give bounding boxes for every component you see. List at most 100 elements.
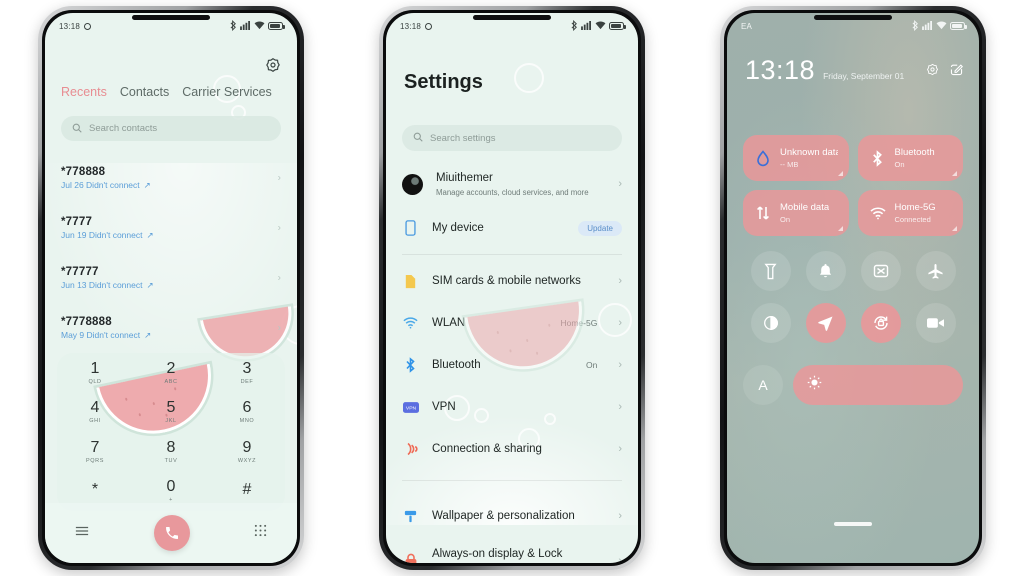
tile-mobile-data[interactable]: Mobile data On (743, 190, 849, 236)
search-contacts-placeholder: Search contacts (89, 123, 158, 134)
status-indicator-icon (84, 22, 92, 30)
phone-call-button[interactable] (153, 515, 190, 551)
chevron-right-icon[interactable]: › (618, 275, 622, 287)
call-detail: Jul 26 Didn't connect (61, 180, 140, 190)
search-contacts-input[interactable]: Search contacts (61, 116, 281, 141)
tab-contacts[interactable]: Contacts (120, 85, 169, 99)
chevron-right-icon[interactable]: › (278, 173, 281, 184)
search-icon (72, 120, 82, 138)
sidebar-item-wallpaper[interactable]: Wallpaper & personalization › (386, 495, 638, 537)
divider (402, 480, 622, 481)
sidebar-item-always-on-display[interactable]: Always-on display & Lock screen › (386, 537, 638, 563)
item-label: Always-on display & Lock screen (432, 547, 563, 563)
dialpad-key-7[interactable]: 7 PQRS (57, 432, 133, 472)
item-label: Connection & sharing (432, 442, 542, 455)
toggle-dark-mode[interactable] (750, 303, 791, 343)
sidebar-item-bluetooth[interactable]: Bluetooth On › (386, 344, 638, 386)
toggle-ringer[interactable] (805, 251, 846, 291)
chevron-right-icon[interactable]: › (618, 178, 622, 190)
key-letters: ABC (164, 378, 178, 385)
chevron-right-icon[interactable]: › (278, 223, 281, 234)
connection-sharing-icon (402, 441, 419, 458)
key-letters: JKL (165, 418, 177, 425)
key-letters: TUV (164, 457, 178, 464)
key-letters: WXYZ (237, 457, 257, 464)
sidebar-item-sim-cards[interactable]: SIM cards & mobile networks › (386, 260, 638, 302)
dialpad: 1 QLD 2 ABC 3 DEF 4 GHI 5 JKL 6 MNO 7 PQRS 8 TUV… (57, 353, 285, 511)
toggle-airplane-mode[interactable] (915, 251, 956, 291)
chevron-right-icon[interactable]: › (618, 510, 622, 522)
toggle-screen-recorder[interactable] (915, 303, 956, 343)
chevron-right-icon[interactable]: › (278, 323, 281, 334)
toggle-flashlight[interactable] (750, 251, 791, 291)
settings-gear-icon[interactable] (926, 63, 939, 81)
phone-device-control-center: EA 13:18 Friday, September 01 Unknown da… (720, 6, 986, 570)
call-detail: May 9 Didn't connect (61, 330, 141, 340)
list-item[interactable]: *77777 Jun 13 Didn't connect ↗ › (45, 257, 297, 299)
chevron-right-icon[interactable]: › (618, 359, 622, 371)
expand-corner-icon[interactable] (952, 226, 957, 231)
list-item[interactable]: *778888 Jul 26 Didn't connect ↗ › (45, 157, 297, 199)
list-item-account[interactable]: Miuithemer Manage accounts, cloud servic… (386, 161, 638, 207)
item-label: VPN (432, 400, 456, 413)
dialpad-key-3[interactable]: 3 DEF (209, 353, 285, 393)
sidebar-item-wlan[interactable]: WLAN Home-5G › (386, 302, 638, 344)
list-item[interactable]: *7777 Jun 19 Didn't connect ↗ › (45, 207, 297, 249)
wifi-status-icon (595, 20, 606, 32)
settings-gear-icon[interactable] (265, 57, 281, 78)
key-letters: PQRS (86, 457, 104, 464)
sidebar-item-vpn[interactable]: VPN VPN › (386, 386, 638, 428)
phone-device-dialer: 13:18 Recents Contacts Carrier Services … (38, 6, 304, 570)
auto-brightness-button[interactable]: A (743, 365, 783, 405)
list-item[interactable]: *7778888 May 9 Didn't connect ↗ › (45, 307, 297, 349)
recent-calls-list: *778888 Jul 26 Didn't connect ↗ › *7777 J… (45, 157, 297, 349)
list-item-my-device[interactable]: My device Update (386, 207, 638, 249)
edit-icon[interactable] (950, 63, 964, 81)
toggle-location[interactable] (805, 303, 846, 343)
sidebar-item-connection-sharing[interactable]: Connection & sharing › (386, 428, 638, 470)
tab-recents[interactable]: Recents (61, 85, 107, 99)
dialpad-key-6[interactable]: 6 MNO (209, 393, 285, 433)
dialer-tabs: Recents Contacts Carrier Services (45, 85, 297, 99)
tile-bluetooth[interactable]: Bluetooth On (857, 135, 963, 181)
keypad-icon[interactable] (254, 524, 267, 542)
dialpad-key-2[interactable]: 2 ABC (133, 353, 209, 393)
lock-icon (402, 553, 419, 563)
chevron-right-icon[interactable]: › (618, 443, 622, 455)
tile-data-usage[interactable]: Unknown data plan -- MB (743, 135, 849, 181)
toggle-screenshot[interactable] (860, 251, 901, 291)
key-digit: 8 (166, 438, 176, 456)
key-letters: MNO (239, 418, 255, 425)
settings-list: Miuithemer Manage accounts, cloud servic… (386, 161, 638, 563)
dialpad-key-8[interactable]: 8 TUV (133, 432, 209, 472)
key-digit: 3 (242, 359, 252, 377)
dialpad-key-5[interactable]: 5 JKL (133, 393, 209, 433)
brightness-slider[interactable] (793, 365, 963, 405)
tile-wifi[interactable]: Home-5G Connected (857, 190, 963, 236)
expand-corner-icon[interactable] (837, 226, 843, 231)
search-settings-input[interactable]: Search settings (402, 125, 622, 151)
key-letters: QLD (88, 378, 102, 385)
tab-carrier-services[interactable]: Carrier Services (182, 85, 272, 99)
bluetooth-icon (869, 149, 887, 167)
expand-corner-icon[interactable] (952, 171, 957, 176)
drag-handle[interactable] (834, 522, 872, 526)
chevron-right-icon[interactable]: › (618, 555, 622, 563)
brightness-sun-icon (807, 375, 822, 395)
status-time: 13:18 (59, 21, 81, 31)
outgoing-arrow-icon: ↗ (144, 329, 152, 340)
chevron-right-icon[interactable]: › (618, 401, 622, 413)
chevron-right-icon[interactable]: › (618, 317, 622, 329)
dialpad-key-4[interactable]: 4 GHI (57, 393, 133, 433)
chevron-right-icon[interactable]: › (278, 273, 281, 284)
wallpaper-icon (402, 508, 419, 525)
expand-corner-icon[interactable] (837, 171, 843, 176)
update-badge[interactable]: Update (578, 220, 622, 236)
dialpad-key-1[interactable]: 1 QLD (57, 353, 133, 393)
dialpad-key-9[interactable]: 9 WXYZ (209, 432, 285, 472)
key-digit: 4 (90, 399, 100, 417)
menu-icon[interactable] (75, 524, 89, 542)
toggle-auto-rotate[interactable] (860, 303, 901, 343)
key-digit: 1 (90, 359, 100, 377)
key-letters: DEF (240, 378, 254, 385)
